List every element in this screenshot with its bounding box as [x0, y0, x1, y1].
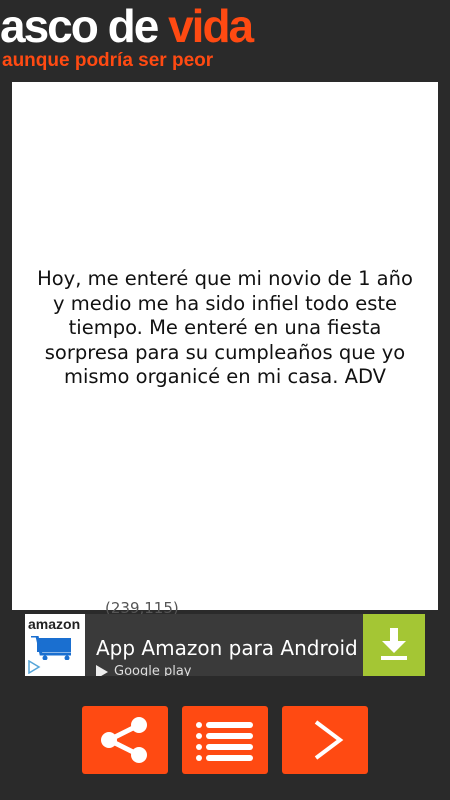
adchoices-icon[interactable] [27, 660, 41, 674]
list-button[interactable] [182, 706, 268, 774]
story-card: Hoy, me enteré que mi novio de 1 año y m… [12, 82, 438, 610]
logo-accent-text: vida [168, 0, 254, 52]
ad-banner[interactable]: amazon App Amazon para Android Google pl… [25, 614, 425, 676]
rating-count: (239,115) [105, 601, 179, 615]
story-text: Hoy, me enteré que mi novio de 1 año y m… [37, 267, 413, 388]
amazon-cart-icon [31, 636, 71, 660]
download-icon [381, 628, 407, 660]
ad-download-button[interactable] [363, 614, 425, 676]
chevron-right-icon [314, 720, 344, 760]
google-play-icon [96, 664, 108, 676]
next-button[interactable] [282, 706, 368, 774]
share-button[interactable] [82, 706, 168, 774]
ad-title[interactable]: App Amazon para Android [96, 636, 358, 660]
app-tagline: aunque podría ser peor [2, 50, 214, 71]
amazon-logo: amazon [25, 614, 85, 676]
ad-store-label: Google play [114, 664, 192, 676]
ad-store: Google play [96, 664, 192, 676]
list-icon [196, 722, 253, 761]
app-header: asco de vida aunque podría ser peor [0, 0, 450, 80]
app-logo: asco de vida [0, 0, 254, 52]
logo-text: asco de [0, 0, 169, 52]
amazon-brand-text: amazon [28, 616, 81, 632]
share-icon [101, 717, 147, 763]
